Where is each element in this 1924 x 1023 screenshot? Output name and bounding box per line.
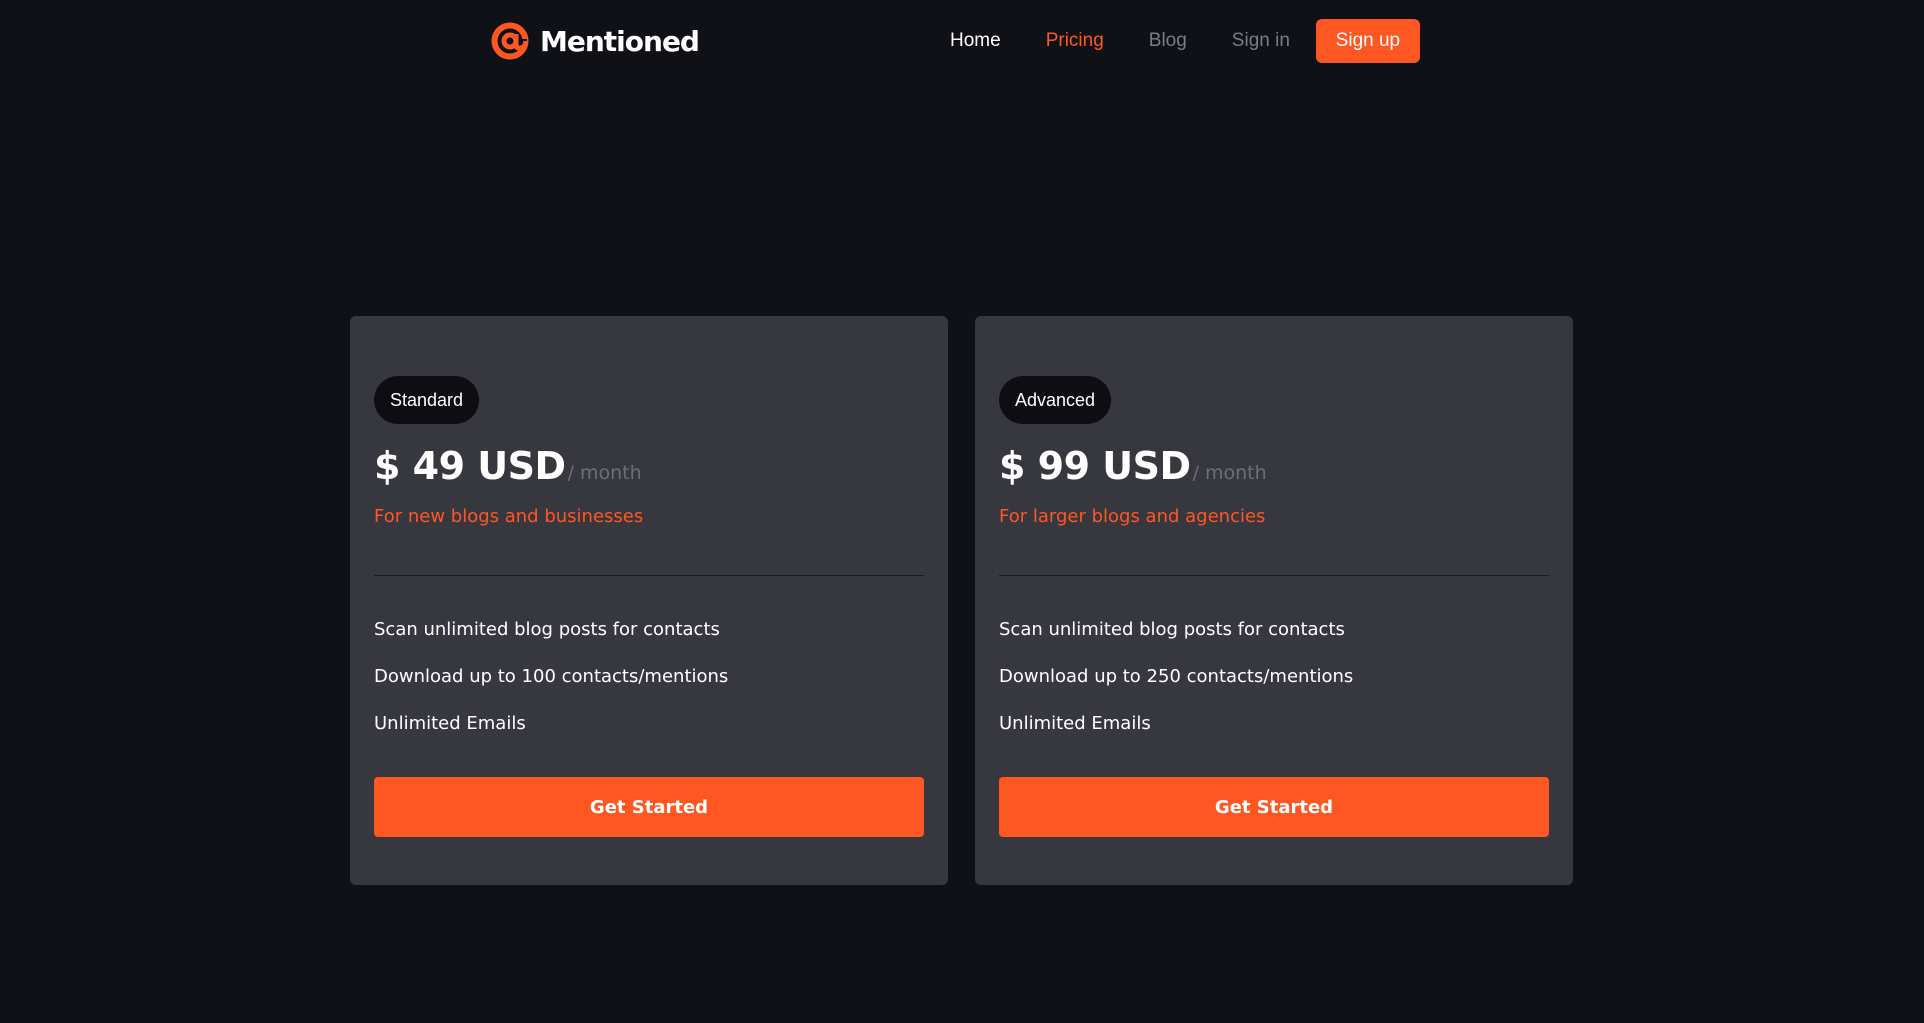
feature-item: Scan unlimited blog posts for contacts <box>374 619 720 640</box>
plan-period: / month <box>567 462 642 484</box>
plan-tagline: For new blogs and businesses <box>374 506 644 527</box>
nav-sign-in[interactable]: Sign in <box>1232 30 1290 52</box>
feature-item: Unlimited Emails <box>999 713 1151 734</box>
plan-tagline: For larger blogs and agencies <box>999 506 1266 527</box>
price-row: $ 49 USD / month <box>374 444 642 488</box>
plan-price: $ 49 USD <box>374 444 566 488</box>
nav-blog[interactable]: Blog <box>1149 30 1187 52</box>
feature-item: Scan unlimited blog posts for contacts <box>999 619 1345 640</box>
plan-badge: Advanced <box>999 376 1112 424</box>
nav-pricing[interactable]: Pricing <box>1046 30 1104 52</box>
card-divider <box>374 575 924 576</box>
price-row: $ 99 USD / month <box>999 444 1267 488</box>
pricing-page: Mentioned Home Pricing Blog Sign in Sign… <box>0 0 1924 1023</box>
navbar: Mentioned Home Pricing Blog Sign in Sign… <box>0 0 1924 82</box>
feature-item: Unlimited Emails <box>374 713 526 734</box>
get-started-button-standard[interactable]: Get Started <box>374 777 924 837</box>
get-started-button-advanced[interactable]: Get Started <box>999 777 1549 837</box>
pricing-card-advanced: Advanced $ 99 USD / month For larger blo… <box>975 316 1573 885</box>
card-divider <box>999 575 1549 576</box>
feature-list: Scan unlimited blog posts for contacts D… <box>999 616 1353 757</box>
pricing-card-standard: Standard $ 49 USD / month For new blogs … <box>350 316 948 885</box>
feature-list: Scan unlimited blog posts for contacts D… <box>374 616 728 757</box>
brand-logo[interactable]: Mentioned <box>490 20 700 62</box>
plan-period: / month <box>1192 462 1267 484</box>
nav-home[interactable]: Home <box>950 30 1001 52</box>
plan-price: $ 99 USD <box>999 444 1191 488</box>
brand-name: Mentioned <box>540 24 700 58</box>
plan-badge: Standard <box>374 376 480 424</box>
feature-item: Download up to 250 contacts/mentions <box>999 666 1354 687</box>
sign-up-button[interactable]: Sign up <box>1315 19 1420 63</box>
main-nav: Home Pricing Blog Sign in Sign up <box>950 19 1420 63</box>
feature-item: Download up to 100 contacts/mentions <box>374 666 729 687</box>
at-sign-icon <box>491 22 529 60</box>
